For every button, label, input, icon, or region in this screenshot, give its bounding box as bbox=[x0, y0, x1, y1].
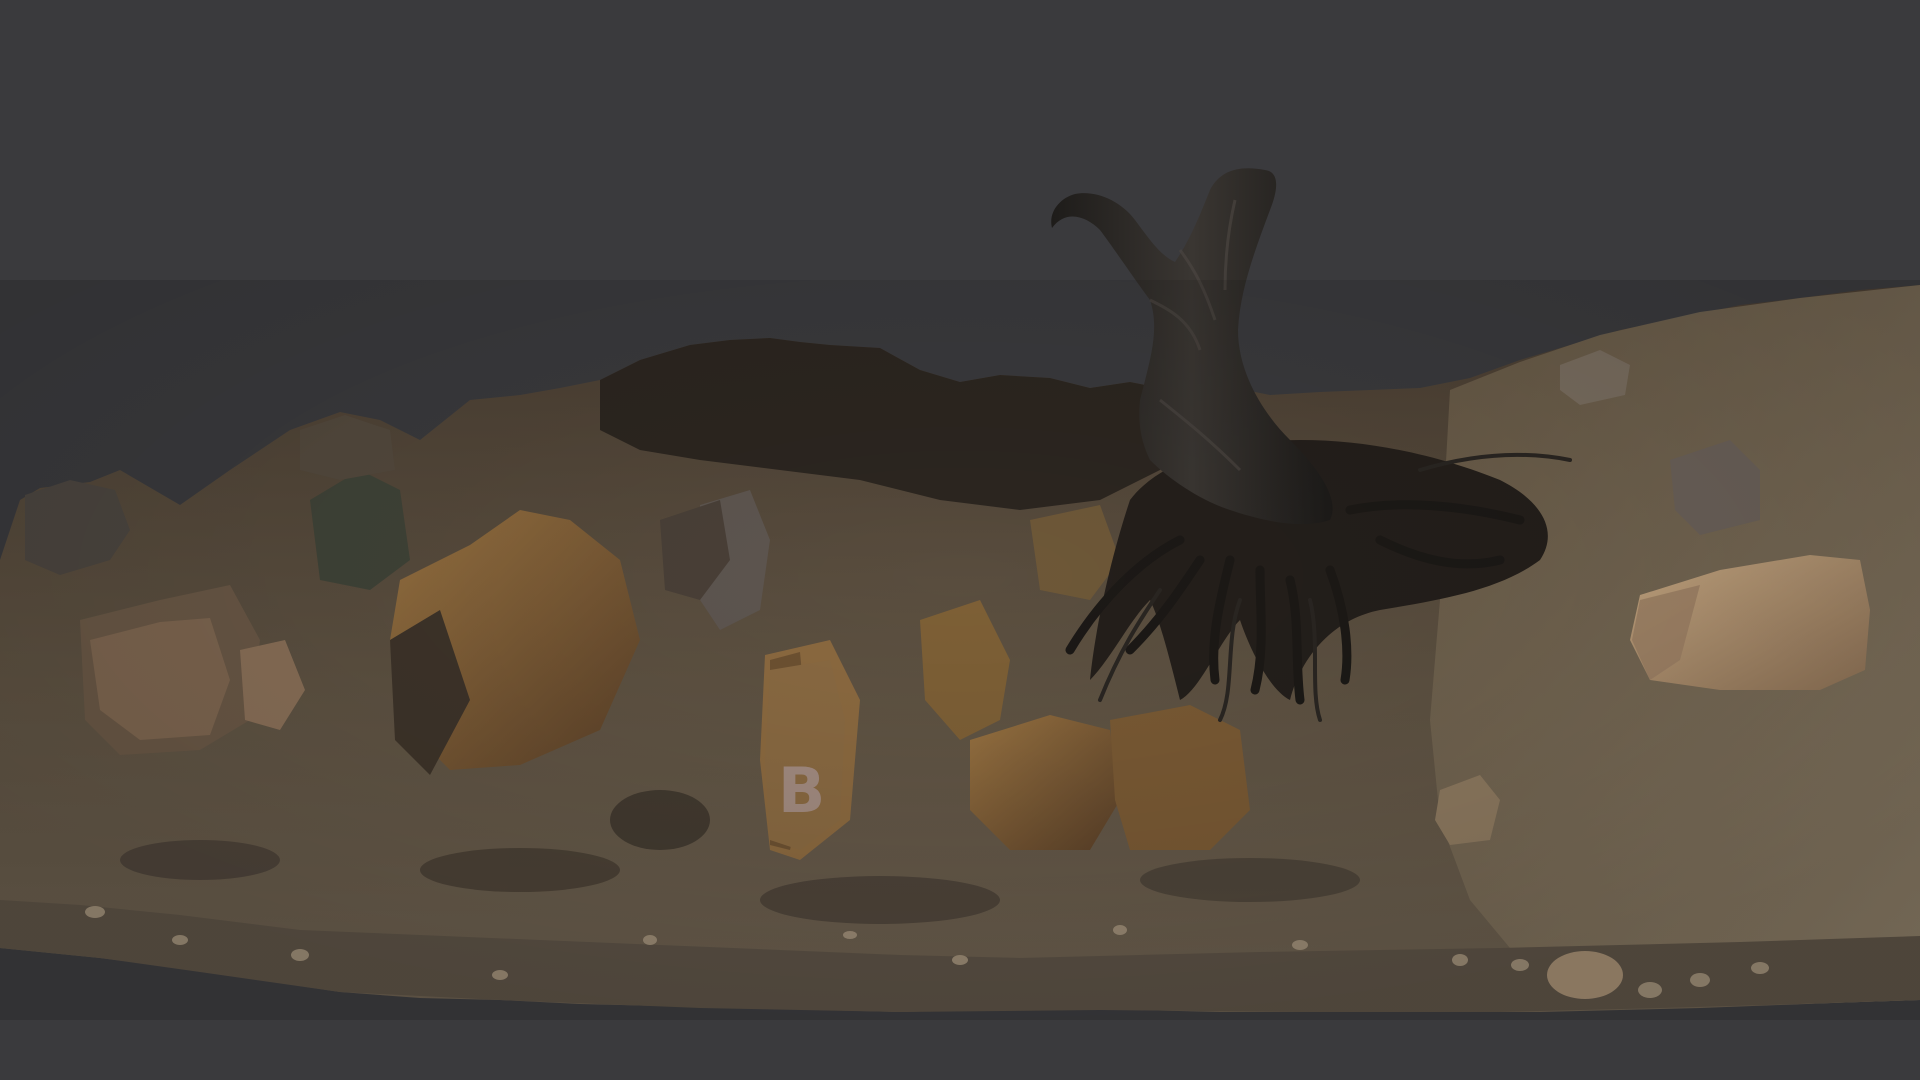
shade-overlay bbox=[0, 280, 1920, 1020]
viewport: B bbox=[0, 0, 1920, 1080]
scanned-outcrop-model: B bbox=[0, 168, 1920, 1020]
